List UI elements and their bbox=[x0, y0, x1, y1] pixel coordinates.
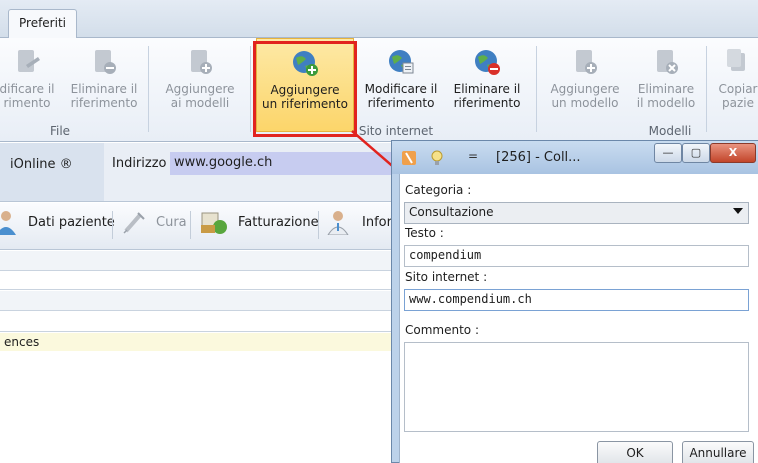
ribbon-separator bbox=[536, 46, 537, 132]
tab-preferiti[interactable]: Preferiti bbox=[8, 9, 77, 39]
ribbon-button-label: riferimento bbox=[367, 96, 435, 110]
categoria-select[interactable]: Consultazione bbox=[404, 202, 749, 224]
nav-separator bbox=[318, 211, 319, 239]
nav-cura[interactable]: Cura bbox=[156, 215, 187, 230]
content-row-text: ences bbox=[0, 333, 395, 351]
ribbon-button-label: dificare il bbox=[0, 82, 55, 96]
nav-fatturazione[interactable]: Fatturazione bbox=[238, 215, 319, 230]
modify-reference-button[interactable]: Modificare il riferimento bbox=[360, 38, 442, 132]
ribbon-button-add-to-models[interactable]: Aggiungere ai modelli bbox=[156, 38, 244, 132]
sito-internet-input[interactable]: www.compendium.ch bbox=[404, 289, 749, 311]
ribbon-button-label: Eliminare il bbox=[70, 82, 138, 96]
globe-edit-icon bbox=[389, 50, 414, 74]
ribbon-button-label: rimento bbox=[3, 96, 51, 110]
template-delete-icon bbox=[657, 50, 678, 74]
billing-icon bbox=[201, 212, 227, 234]
ribbon-group-label-modelli: Modelli bbox=[648, 124, 692, 138]
dialog-body: Categoria : Consultazione Testo : compen… bbox=[399, 174, 758, 463]
ribbon-group-label-sito-internet: Sito internet bbox=[358, 124, 434, 138]
patient-icon bbox=[0, 211, 16, 235]
app-orange-icon bbox=[402, 151, 416, 165]
cancel-button[interactable]: Annullare bbox=[682, 441, 754, 463]
tab-online[interactable]: iOnline ® bbox=[0, 143, 104, 201]
nav-informazioni[interactable]: Infor bbox=[362, 215, 392, 230]
ribbon-separator bbox=[706, 46, 707, 132]
document-add-icon bbox=[191, 50, 212, 74]
document-delete-icon bbox=[95, 50, 116, 74]
ribbon-button-label: un modello bbox=[551, 96, 619, 110]
maximize-button[interactable]: ▢ bbox=[682, 143, 710, 163]
copy-patient-button[interactable]: Copiar pazie bbox=[708, 38, 758, 132]
chevron-down-icon bbox=[733, 208, 743, 214]
copy-icon bbox=[727, 49, 745, 71]
ribbon-tabstrip: Preferiti bbox=[0, 0, 758, 39]
lightbulb-icon[interactable] bbox=[430, 149, 444, 167]
close-button[interactable]: X bbox=[710, 143, 756, 163]
ribbon-button-label: ai modelli bbox=[170, 96, 230, 110]
ribbon-button-label: Copiar bbox=[718, 82, 758, 96]
ribbon-button-label: Aggiungere bbox=[165, 82, 235, 96]
commento-label: Commento : bbox=[405, 323, 479, 337]
address-input[interactable]: www.google.ch bbox=[170, 152, 400, 175]
nav-separator bbox=[112, 211, 113, 239]
categoria-value: Consultazione bbox=[409, 205, 494, 219]
content-row bbox=[0, 291, 395, 311]
minimize-button[interactable]: — bbox=[654, 143, 682, 163]
dialog-titlebar[interactable]: = [256] - Coll... — ▢ X bbox=[392, 141, 758, 174]
content-row bbox=[0, 251, 395, 271]
content-row bbox=[0, 272, 395, 290]
document-edit-icon bbox=[18, 50, 40, 72]
add-model-button[interactable]: Aggiungere un modello bbox=[544, 38, 626, 132]
ribbon-button-label: Modificare il bbox=[364, 82, 438, 96]
ribbon-button-label: pazie bbox=[722, 96, 754, 110]
ribbon-button-delete-file-reference[interactable]: Eliminare il riferimento bbox=[66, 38, 142, 132]
sito-internet-label: Sito internet : bbox=[405, 270, 488, 284]
dialog-title: [256] - Coll... bbox=[496, 150, 581, 165]
ribbon: dificare il rimento Eliminare il riferim… bbox=[0, 38, 758, 142]
delete-model-button[interactable]: Eliminare il modello bbox=[630, 38, 702, 132]
delete-reference-button[interactable]: Eliminare il riferimento bbox=[446, 38, 528, 132]
ribbon-button-label: Eliminare bbox=[637, 82, 695, 96]
testo-label: Testo : bbox=[405, 226, 444, 240]
nav-separator bbox=[190, 211, 191, 239]
ribbon-button-modify-file-reference[interactable]: dificare il rimento bbox=[0, 38, 58, 132]
ribbon-button-label: il modello bbox=[636, 96, 696, 110]
highlight-box bbox=[253, 41, 357, 137]
ribbon-group-label-file: File bbox=[49, 124, 71, 138]
reference-dialog: = [256] - Coll... — ▢ X Categoria : Cons… bbox=[391, 140, 758, 463]
ribbon-button-label: Eliminare il bbox=[453, 82, 521, 96]
quick-access-dropdown-icon[interactable]: = bbox=[468, 149, 478, 163]
doctor-icon bbox=[327, 211, 349, 235]
commento-textarea[interactable] bbox=[404, 342, 749, 432]
template-add-icon bbox=[576, 50, 597, 74]
ribbon-button-label: Aggiungere bbox=[550, 82, 620, 96]
globe-delete-icon bbox=[475, 50, 500, 75]
content-row bbox=[0, 312, 395, 332]
ribbon-button-label: riferimento bbox=[70, 96, 138, 110]
ok-button[interactable]: OK bbox=[597, 441, 673, 463]
testo-input[interactable]: compendium bbox=[404, 245, 749, 267]
ribbon-separator bbox=[250, 46, 251, 132]
ribbon-separator bbox=[148, 46, 149, 132]
categoria-label: Categoria : bbox=[405, 183, 472, 197]
address-label: Indirizzo bbox=[112, 156, 167, 171]
nav-dati-paziente[interactable]: Dati paziente bbox=[28, 215, 115, 230]
syringe-icon bbox=[123, 212, 145, 234]
ribbon-button-label: riferimento bbox=[453, 96, 521, 110]
